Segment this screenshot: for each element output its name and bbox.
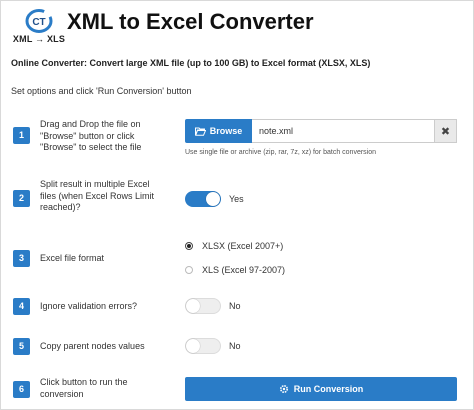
radio-button[interactable]: [185, 242, 193, 250]
radio-label: XLSX (Excel 2007+): [202, 241, 284, 251]
step-label-line: files (when Excel Rows Limit: [40, 190, 155, 201]
step-label: Copy parent nodes values: [40, 341, 145, 351]
step-label: Click button to run the conversion: [40, 377, 128, 400]
step-number-badge: 1: [13, 127, 30, 144]
run-conversion-button[interactable]: Run Conversion: [185, 377, 457, 401]
step-label-line: conversion: [40, 388, 84, 399]
run-conversion-label: Run Conversion: [293, 384, 364, 394]
logo-ct-icon: CT: [25, 9, 53, 33]
logo-subtitle: XML → XLS: [12, 34, 66, 44]
step-number-badge: 2: [13, 190, 30, 207]
browse-button[interactable]: Browse: [185, 119, 252, 143]
step-label: Excel file format: [40, 253, 105, 263]
step-number-badge: 4: [13, 298, 30, 315]
step-excel-format: 3 Excel file format XLSX (Excel 2007+) X…: [13, 237, 463, 279]
close-icon: ✖: [440, 125, 451, 138]
browse-button-label: Browse: [209, 126, 243, 136]
copy-parent-toggle-row: No: [185, 338, 241, 354]
gear-icon: [279, 384, 288, 394]
toggle-state-label: Yes: [229, 194, 244, 204]
step-number-badge: 3: [13, 250, 30, 267]
file-name-field[interactable]: note.xml: [252, 119, 435, 143]
validation-toggle-row: No: [185, 298, 241, 314]
step-number-badge: 6: [13, 381, 30, 398]
page-title: XML to Excel Converter: [67, 9, 314, 34]
file-picker: Browse note.xml ✖: [185, 119, 457, 143]
step-ignore-validation: 4 Ignore validation errors? No: [13, 298, 463, 318]
step-label: Drag and Drop the file on "Browse" butto…: [40, 119, 141, 154]
ignore-validation-toggle[interactable]: [185, 298, 221, 314]
radio-label: XLS (Excel 97-2007): [202, 265, 286, 275]
format-option-xls[interactable]: XLS (Excel 97-2007): [185, 265, 285, 275]
toggle-state-label: No: [229, 341, 241, 351]
clear-file-button[interactable]: ✖: [435, 119, 457, 143]
step-run-conversion: 6 Click button to run the conversion Run…: [13, 377, 463, 403]
folder-open-icon: [194, 127, 206, 136]
toggle-knob: [206, 192, 220, 206]
step-label-line: "Browse" button or click: [40, 130, 135, 141]
step-file-select: 1 Drag and Drop the file on "Browse" but…: [13, 119, 463, 163]
step-number-badge: 5: [13, 338, 30, 355]
step-label-line: Drag and Drop the file on: [40, 119, 141, 129]
step-copy-parent-nodes: 5 Copy parent nodes values No: [13, 338, 463, 358]
step-label: Split result in multiple Excel files (wh…: [40, 179, 154, 214]
step-label-line: Split result in multiple Excel: [40, 179, 150, 189]
step-label-line: reached)?: [40, 202, 81, 212]
radio-button[interactable]: [185, 266, 193, 274]
format-option-xlsx[interactable]: XLSX (Excel 2007+): [185, 241, 283, 251]
toggle-knob: [186, 299, 200, 313]
app-header: CT XML → XLS XML to Excel Converter: [9, 7, 469, 49]
split-toggle-row: Yes: [185, 191, 244, 207]
split-result-toggle[interactable]: [185, 191, 221, 207]
toggle-knob: [186, 339, 200, 353]
step-label-line: "Browse" to select the file: [40, 142, 142, 152]
instruction-text: Set options and click 'Run Conversion' b…: [11, 86, 192, 96]
toggle-state-label: No: [229, 301, 241, 311]
step-label-line: Click button to run the: [40, 377, 128, 387]
step-split-result: 2 Split result in multiple Excel files (…: [13, 179, 463, 219]
step-label: Ignore validation errors?: [40, 301, 138, 311]
copy-parent-nodes-toggle[interactable]: [185, 338, 221, 354]
svg-text:CT: CT: [32, 17, 45, 28]
app-logo: CT XML → XLS: [11, 7, 67, 49]
page-subtitle: Online Converter: Convert large XML file…: [11, 58, 371, 68]
file-hint-text: Use single file or archive (zip, rar, 7z…: [185, 149, 377, 156]
